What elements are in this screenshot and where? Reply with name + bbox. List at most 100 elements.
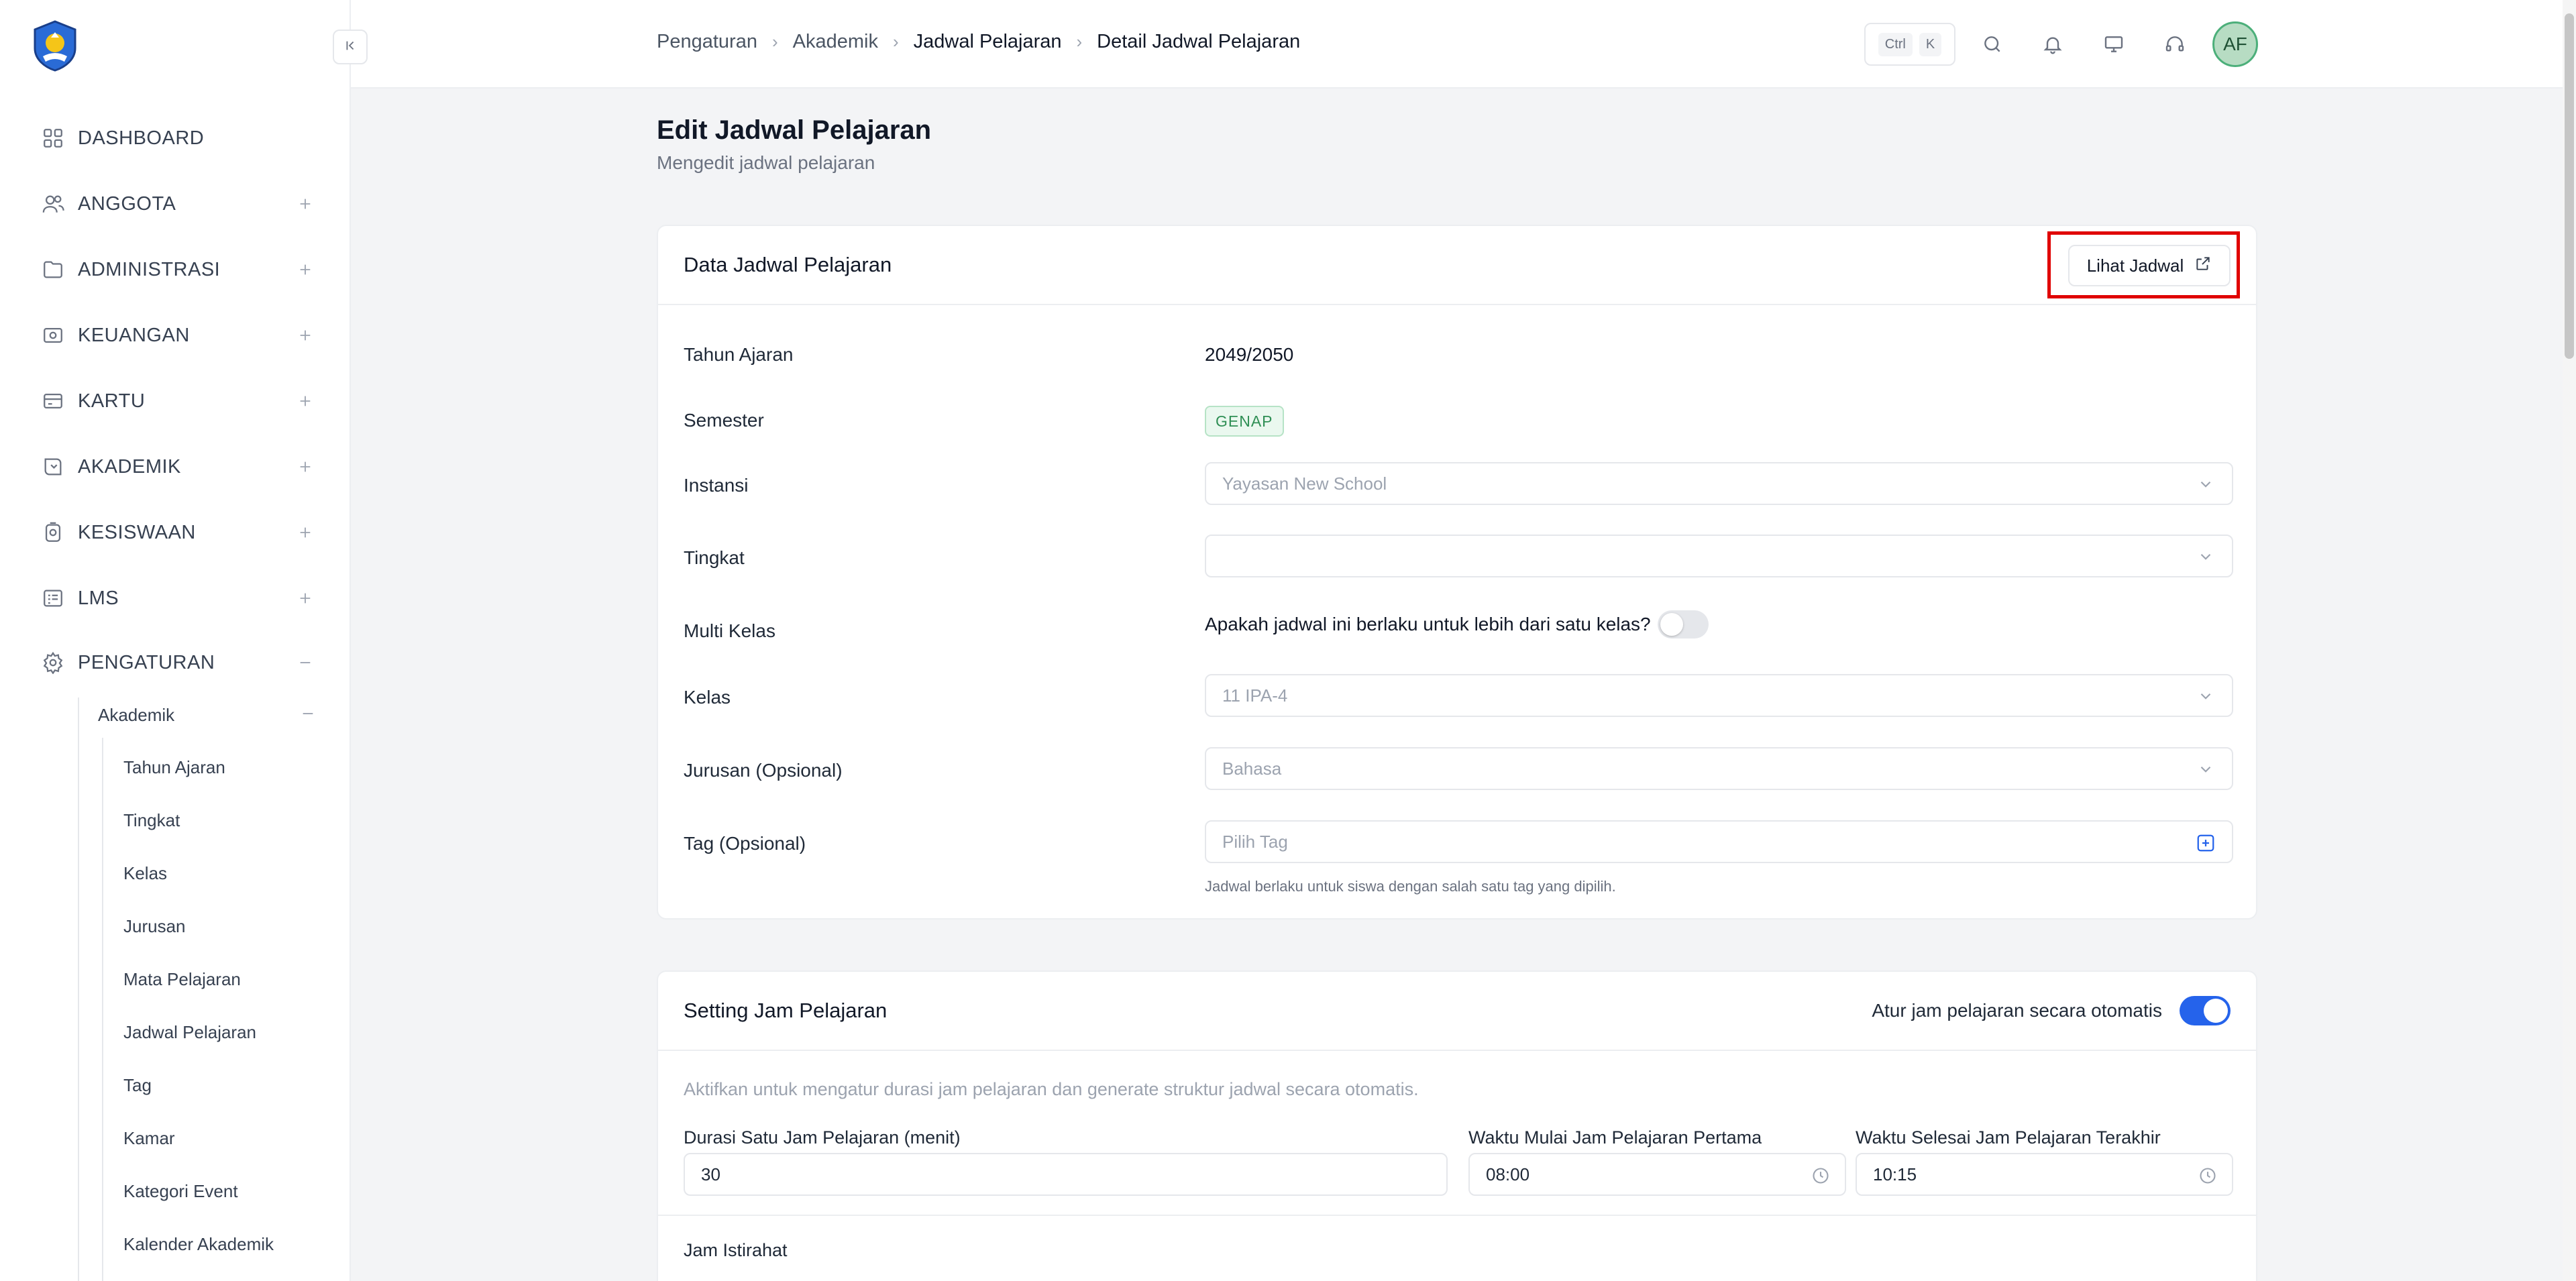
breadcrumb-current: Detail Jadwal Pelajaran [1097, 31, 1301, 52]
submenu-item-mata-pelajaran[interactable]: Mata Pelajaran [123, 964, 241, 994]
collapse-sidebar-button[interactable] [333, 30, 368, 64]
multi-kelas-label: Multi Kelas [684, 620, 775, 641]
durasi-label: Durasi Satu Jam Pelajaran (menit) [684, 1127, 961, 1148]
sidebar-item-label: AKADEMIK [78, 455, 181, 478]
submenu-item-tingkat[interactable]: Tingkat [123, 805, 180, 835]
durasi-input[interactable]: 30 [684, 1153, 1448, 1196]
avatar[interactable]: AF [2212, 21, 2258, 67]
sidebar-item-akademik[interactable]: AKADEMIK [40, 447, 315, 487]
semester-badge: GENAP [1205, 406, 1284, 437]
sidebar-item-dashboard[interactable]: DASHBOARD [40, 118, 315, 158]
card-header: Setting Jam Pelajaran Atur jam pelajaran… [658, 972, 2256, 1051]
student-icon [40, 520, 66, 545]
page-title: Edit Jadwal Pelajaran [657, 115, 932, 145]
plus-icon[interactable] [295, 588, 315, 608]
monitor-icon[interactable] [2099, 30, 2129, 59]
sidebar-item-administrasi[interactable]: ADMINISTRASI [40, 249, 315, 290]
add-tag-icon[interactable] [2196, 833, 2216, 853]
waktu-selesai-value: 10:15 [1873, 1164, 1917, 1184]
submenu-item-jadwal-pelajaran[interactable]: Jadwal Pelajaran [123, 1017, 256, 1047]
plus-icon[interactable] [295, 391, 315, 411]
grid-icon [40, 125, 66, 151]
multi-kelas-toggle[interactable] [1658, 610, 1709, 638]
auto-setting-description: Aktifkan untuk mengatur durasi jam pelaj… [684, 1079, 1419, 1099]
plus-icon[interactable] [295, 522, 315, 543]
submenu-akademik[interactable]: Akademik [98, 698, 315, 732]
jurusan-select[interactable]: Bahasa [1205, 747, 2233, 790]
tahun-ajaran-value: 2049/2050 [1205, 344, 1294, 365]
chevron-right-icon: › [1076, 32, 1083, 52]
tahun-ajaran-label: Tahun Ajaran [684, 344, 794, 365]
chevron-down-icon [2197, 761, 2214, 778]
sidebar-item-label: KEUANGAN [78, 324, 190, 346]
tingkat-label: Tingkat [684, 547, 745, 568]
submenu-guide-line [78, 698, 79, 1281]
kbd-ctrl: Ctrl [1878, 32, 1913, 56]
sidebar-item-kartu[interactable]: KARTU [40, 381, 315, 421]
clock-icon[interactable] [1811, 1166, 1830, 1185]
waktu-mulai-input[interactable]: 08:00 [1468, 1153, 1846, 1196]
kelas-value: 11 IPA-4 [1222, 685, 1288, 706]
lihat-jadwal-button[interactable]: Lihat Jadwal [2068, 245, 2231, 286]
sidebar-item-lms[interactable]: LMS [40, 578, 315, 618]
card-icon [40, 388, 66, 414]
avatar-initials: AF [2223, 34, 2247, 54]
submenu-item-tag[interactable]: Tag [123, 1070, 152, 1100]
submenu-item-kategori-event[interactable]: Kategori Event [123, 1176, 238, 1206]
sidebar-item-anggota[interactable]: ANGGOTA [40, 184, 315, 224]
headset-icon[interactable] [2160, 30, 2190, 59]
instansi-select[interactable]: Yayasan New School [1205, 462, 2233, 505]
kelas-select[interactable]: 11 IPA-4 [1205, 674, 2233, 717]
chevron-down-icon [2197, 687, 2214, 705]
scrollbar-thumb[interactable] [2565, 13, 2574, 359]
instansi-label: Instansi [684, 475, 749, 496]
sidebar-item-keuangan[interactable]: KEUANGAN [40, 315, 315, 355]
clock-icon[interactable] [2198, 1166, 2217, 1185]
jurusan-value: Bahasa [1222, 758, 1282, 779]
card-title: Setting Jam Pelajaran [684, 999, 888, 1022]
submenu-item-kelas[interactable]: Kelas [123, 858, 167, 888]
chevron-right-icon: › [892, 32, 899, 52]
search-icon[interactable] [1978, 30, 2007, 59]
multi-kelas-question: Apakah jadwal ini berlaku untuk lebih da… [1205, 614, 1651, 634]
plus-icon[interactable] [295, 194, 315, 214]
tag-placeholder: Pilih Tag [1222, 831, 1288, 852]
sidebar-item-kesiswaan[interactable]: KESISWAAN [40, 512, 315, 553]
waktu-selesai-label: Waktu Selesai Jam Pelajaran Terakhir [1856, 1127, 2161, 1148]
waktu-selesai-input[interactable]: 10:15 [1856, 1153, 2233, 1196]
submenu-item-jurusan[interactable]: Jurusan [123, 911, 186, 941]
command-palette-shortcut[interactable]: Ctrl K [1864, 23, 1955, 66]
minus-icon[interactable] [295, 653, 315, 673]
plus-icon[interactable] [295, 325, 315, 345]
plus-icon[interactable] [295, 457, 315, 477]
breadcrumb-item[interactable]: Pengaturan [657, 31, 757, 53]
academic-icon [40, 454, 66, 480]
lihat-jadwal-label: Lihat Jadwal [2086, 255, 2184, 276]
submenu-item-kamar[interactable]: Kamar [123, 1123, 175, 1153]
breadcrumb: Pengaturan › Akademik › Jadwal Pelajaran… [657, 31, 1300, 53]
plus-icon[interactable] [295, 260, 315, 280]
submenu-item-tahun-ajaran[interactable]: Tahun Ajaran [123, 753, 225, 782]
divider [658, 1215, 2256, 1216]
submenu-item-kalender-akademik[interactable]: Kalender Akademik [123, 1229, 274, 1259]
sidebar-item-label: KARTU [78, 390, 146, 412]
chevron-down-icon [2197, 476, 2214, 493]
tag-label: Tag (Opsional) [684, 833, 806, 854]
instansi-value: Yayasan New School [1222, 473, 1387, 494]
breadcrumb-item[interactable]: Jadwal Pelajaran [914, 31, 1062, 53]
page-subtitle: Mengedit jadwal pelajaran [657, 152, 875, 173]
durasi-value: 30 [701, 1164, 720, 1184]
sidebar-item-pengaturan[interactable]: PENGATURAN [40, 643, 315, 683]
wallet-icon [40, 323, 66, 348]
kelas-label: Kelas [684, 687, 731, 708]
tut-wuri-handayani-logo[interactable] [28, 19, 82, 72]
semester-label: Semester [684, 410, 764, 431]
tag-select[interactable]: Pilih Tag [1205, 820, 2233, 863]
bell-icon[interactable] [2038, 30, 2068, 59]
auto-setting-toggle[interactable] [2180, 996, 2231, 1025]
tingkat-select[interactable] [1205, 535, 2233, 577]
waktu-mulai-label: Waktu Mulai Jam Pelajaran Pertama [1468, 1127, 1762, 1148]
minus-icon[interactable] [301, 705, 315, 726]
breadcrumb-item[interactable]: Akademik [793, 31, 878, 53]
data-jadwal-card: Data Jadwal Pelajaran Lihat Jadwal Tahun… [657, 225, 2257, 920]
